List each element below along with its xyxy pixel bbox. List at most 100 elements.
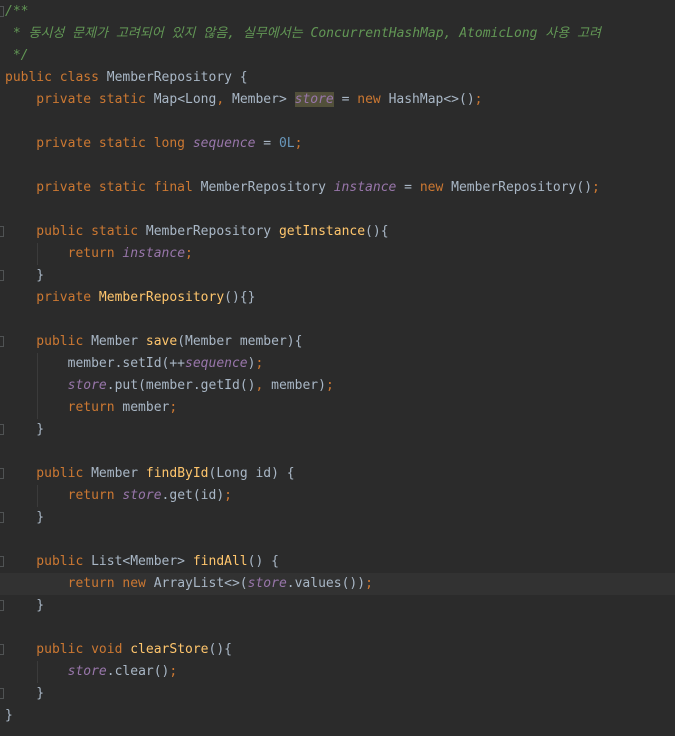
code-token: instance [122, 246, 186, 261]
fold-marker-icon[interactable] [0, 270, 4, 281]
code-text: } [5, 419, 44, 441]
code-text: public void clearStore(){ [5, 639, 232, 661]
code-text: private static long sequence = 0L; [5, 133, 302, 155]
code-token: .get(id) [161, 488, 225, 503]
code-line[interactable]: store.put(member.getId(), member); [0, 375, 675, 397]
fold-marker-icon[interactable] [0, 424, 4, 435]
code-token: List<Member> [91, 554, 193, 569]
code-token: } [5, 708, 13, 723]
code-token: ; [185, 246, 193, 261]
code-token: private static final [5, 180, 201, 195]
code-line[interactable]: */ [0, 45, 675, 67]
code-line[interactable] [0, 617, 675, 639]
code-text: public Member save(Member member){ [5, 331, 302, 353]
code-text: return instance; [5, 243, 193, 265]
code-token: () { [247, 554, 279, 569]
code-token: * 동시성 문제가 고려되어 있지 않음, 실무에서는 ConcurrentHa… [5, 26, 601, 41]
code-line[interactable]: } [0, 507, 675, 529]
fold-marker-icon[interactable] [0, 600, 4, 611]
code-token: Map<Long [153, 92, 217, 107]
code-token: } [5, 510, 45, 525]
code-token: findAll [192, 554, 248, 569]
code-line[interactable]: public List<Member> findAll() { [0, 551, 675, 573]
code-text: public Member findById(Long id) { [5, 463, 294, 485]
code-token: public void [5, 642, 131, 657]
code-token: private [5, 290, 99, 305]
code-line[interactable]: public void clearStore(){ [0, 639, 675, 661]
code-line[interactable]: } [0, 265, 675, 287]
code-token: public [5, 554, 92, 569]
code-token: member) [271, 378, 326, 393]
code-text: /** [5, 1, 28, 23]
code-line[interactable]: } [0, 705, 675, 727]
code-token: private static long [5, 136, 193, 151]
code-line[interactable] [0, 529, 675, 551]
code-line[interactable]: store.clear(); [0, 661, 675, 683]
code-line[interactable] [0, 309, 675, 331]
code-line[interactable]: * 동시성 문제가 고려되어 있지 않음, 실무에서는 ConcurrentHa… [0, 23, 675, 45]
code-line[interactable]: private static Map<Long, Member> store =… [0, 89, 675, 111]
code-text: return store.get(id); [5, 485, 232, 507]
code-token: ; [592, 180, 600, 195]
code-token: instance [333, 180, 397, 195]
code-token: .put(member.getId() [106, 378, 256, 393]
fold-marker-icon[interactable] [0, 644, 4, 655]
code-token: MemberRepository [145, 224, 279, 239]
code-text: public class MemberRepository { [5, 67, 248, 89]
code-line[interactable]: public Member save(Member member){ [0, 331, 675, 353]
code-line[interactable] [0, 155, 675, 177]
code-line[interactable]: public static MemberRepository getInstan… [0, 221, 675, 243]
code-line[interactable]: public class MemberRepository { [0, 67, 675, 89]
code-line[interactable]: return store.get(id); [0, 485, 675, 507]
code-line[interactable]: return member; [0, 397, 675, 419]
code-token: save [145, 334, 178, 349]
code-token: member.setId(++ [5, 356, 186, 371]
code-token: Member [91, 466, 146, 481]
code-token: new [419, 180, 452, 195]
code-line[interactable]: public Member findById(Long id) { [0, 463, 675, 485]
fold-marker-icon[interactable] [0, 6, 4, 17]
code-token: HashMap<>() [388, 92, 475, 107]
code-token: /** [5, 4, 29, 19]
code-token: (Member member){ [177, 334, 303, 349]
fold-marker-icon[interactable] [0, 468, 4, 479]
code-text: private static Map<Long, Member> store =… [5, 89, 482, 111]
code-token: return [5, 488, 123, 503]
code-line[interactable]: private MemberRepository(){} [0, 287, 675, 309]
code-token: private static [5, 92, 154, 107]
code-line[interactable]: return instance; [0, 243, 675, 265]
code-line[interactable]: private static long sequence = 0L; [0, 133, 675, 155]
code-token: ; [474, 92, 483, 107]
code-token: findById [145, 466, 209, 481]
fold-marker-icon[interactable] [0, 556, 4, 567]
code-line[interactable]: member.setId(++sequence); [0, 353, 675, 375]
code-token: store [247, 576, 287, 591]
code-line[interactable]: } [0, 683, 675, 705]
code-text: */ [5, 45, 29, 67]
fold-marker-icon[interactable] [0, 688, 4, 699]
fold-marker-icon[interactable] [0, 336, 4, 347]
code-token: } [5, 268, 45, 283]
code-token: ; [169, 664, 178, 679]
code-line[interactable]: private static final MemberRepository in… [0, 177, 675, 199]
code-token: public class [5, 70, 107, 85]
code-text: * 동시성 문제가 고려되어 있지 않음, 실무에서는 ConcurrentHa… [5, 23, 601, 45]
code-line[interactable]: return new ArrayList<>(store.values()); [0, 573, 675, 595]
code-line[interactable] [0, 441, 675, 463]
code-token: store [67, 378, 107, 393]
code-text: return member; [5, 397, 178, 419]
code-editor[interactable]: /** * 동시성 문제가 고려되어 있지 않음, 실무에서는 Concurre… [0, 0, 675, 736]
code-line[interactable]: } [0, 419, 675, 441]
code-line[interactable]: /** [0, 1, 675, 23]
code-line[interactable] [0, 111, 675, 133]
code-token: (){ [365, 224, 389, 239]
code-line[interactable] [0, 199, 675, 221]
fold-marker-icon[interactable] [0, 512, 4, 523]
code-text: } [5, 265, 44, 287]
fold-marker-icon[interactable] [0, 226, 4, 237]
code-line[interactable]: } [0, 595, 675, 617]
code-token: getInstance [278, 224, 366, 239]
code-token: return [5, 400, 123, 415]
